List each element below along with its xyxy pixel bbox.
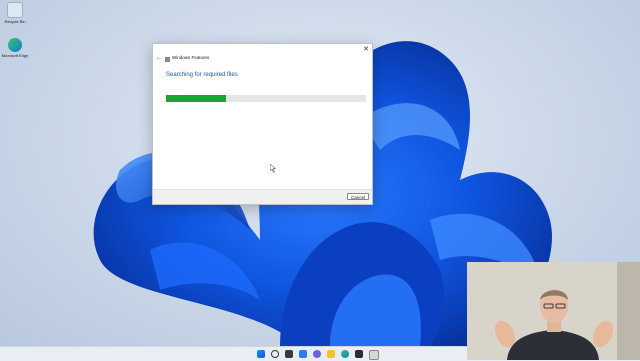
recycle-bin-icon — [7, 2, 23, 18]
dialog-footer: Cancel — [153, 189, 372, 204]
progress-fill — [166, 95, 226, 102]
progress-bar — [166, 95, 366, 102]
search-icon[interactable] — [271, 350, 279, 358]
file-explorer-icon[interactable] — [327, 350, 335, 358]
store-icon[interactable] — [355, 350, 363, 358]
task-view-icon[interactable] — [285, 350, 293, 358]
windows-start-icon[interactable] — [257, 350, 265, 358]
edge-icon — [8, 38, 22, 52]
desktop-icon-recycle-bin[interactable]: Recycle Bin — [0, 2, 30, 24]
app-icon[interactable] — [369, 350, 379, 360]
desktop-icon-label: Recycle Bin — [4, 19, 26, 24]
mouse-cursor-icon — [270, 164, 276, 173]
cancel-button[interactable]: Cancel — [347, 193, 369, 200]
status-heading: Searching for required files — [166, 72, 238, 78]
windows-features-icon — [165, 57, 170, 62]
webcam-overlay — [467, 262, 640, 360]
presenter-video — [467, 262, 640, 360]
widgets-icon[interactable] — [299, 350, 307, 358]
chat-icon[interactable] — [313, 350, 321, 358]
edge-icon[interactable] — [341, 350, 349, 358]
desktop-icon-edge[interactable]: Microsoft Edge — [0, 38, 30, 58]
windows-features-dialog: ✕ ← Windows Features Searching for requi… — [152, 43, 373, 205]
close-button[interactable]: ✕ — [363, 45, 369, 53]
back-arrow-icon[interactable]: ← — [156, 55, 162, 61]
dialog-title: Windows Features — [172, 55, 210, 60]
desktop-icon-label: Microsoft Edge — [1, 53, 29, 58]
